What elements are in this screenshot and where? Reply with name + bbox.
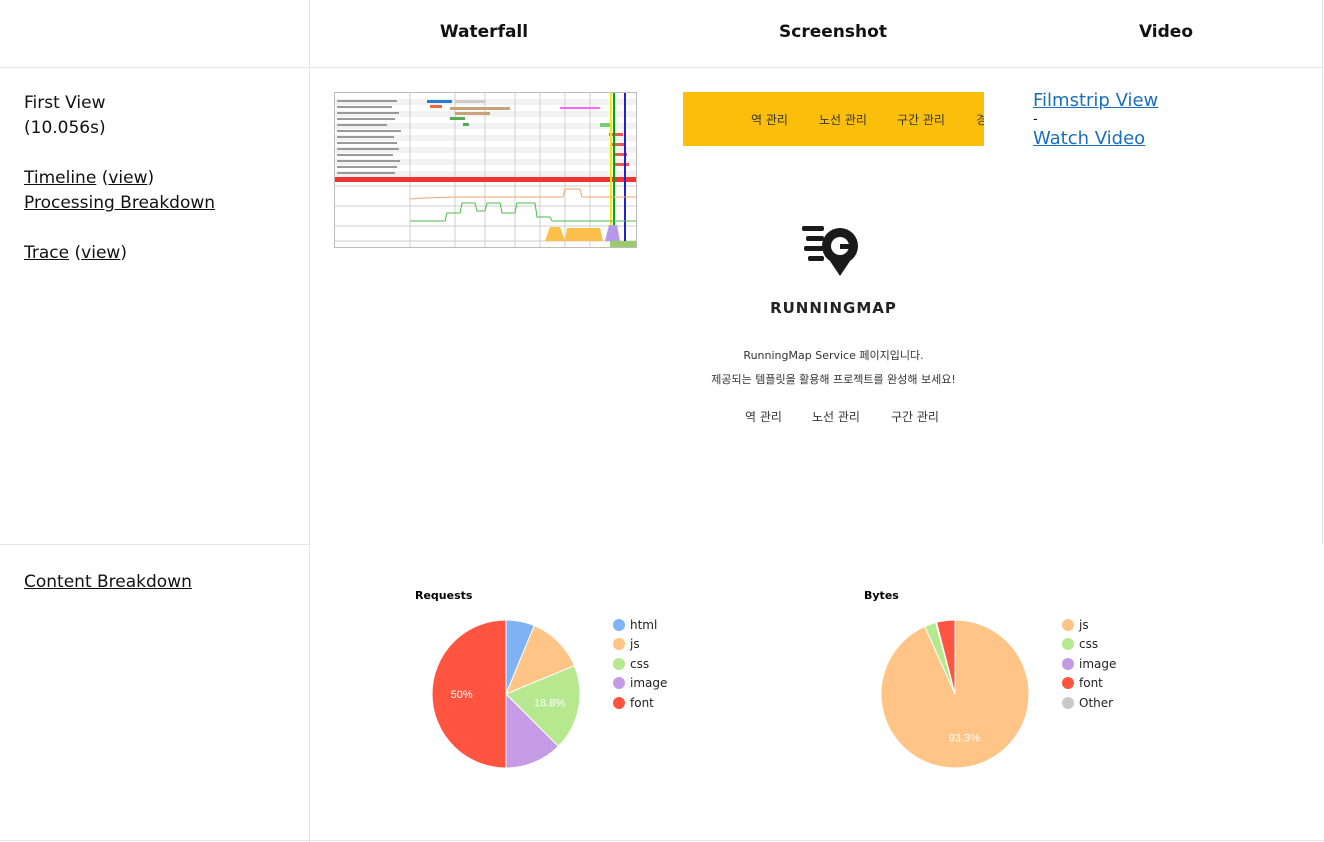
- requests-legend-item-css: css: [613, 654, 667, 674]
- requests-legend-item-html: html: [613, 615, 667, 635]
- first-view-label: First View (10.056s) Timeline (view) Pro…: [24, 93, 216, 263]
- bytes-legend: js css image font Other: [1062, 615, 1116, 713]
- requests-legend-swatch: [613, 638, 625, 651]
- nav-item-section: 구간 관리: [897, 113, 945, 127]
- menu-item-station: 역 관리: [745, 410, 782, 424]
- intro-line-2: 제공되는 템플릿을 활용해 프로젝트를 완성해 보세요!: [711, 373, 956, 386]
- menu-item-section: 구간 관리: [891, 410, 939, 424]
- requests-legend-label: js: [630, 637, 640, 652]
- screenshot-thumbnail[interactable]: 역 관리 노선 관리 구간 관리 경 RUNNINGMAP RunningMap…: [683, 92, 984, 502]
- requests-legend-swatch: [613, 657, 625, 670]
- bytes-legend-swatch: [1062, 696, 1074, 709]
- requests-legend-label: html: [630, 617, 658, 632]
- bytes-chart-title: Bytes: [864, 589, 899, 602]
- requests-pie-chart: 18.8% 50%: [431, 619, 581, 769]
- trace-link[interactable]: Trace: [24, 243, 69, 263]
- bytes-legend-item-image: image: [1062, 654, 1116, 674]
- bytes-legend-item-js: js: [1062, 615, 1116, 635]
- requests-legend-item-font: font: [613, 693, 667, 713]
- requests-legend-label: font: [630, 695, 654, 710]
- bytes-legend-item-font: font: [1062, 674, 1116, 694]
- timeline-view-link[interactable]: view: [108, 168, 147, 188]
- requests-legend-swatch: [613, 677, 625, 690]
- timeline-link[interactable]: Timeline: [24, 168, 96, 188]
- intro-line-1: RunningMap Service 페이지입니다.: [743, 349, 924, 362]
- waterfall-graphic: [335, 93, 636, 247]
- requests-chart-title: Requests: [415, 589, 473, 602]
- processing-breakdown-link[interactable]: Processing Breakdown: [24, 193, 215, 213]
- bytes-legend-swatch: [1062, 657, 1074, 670]
- brand-text: RUNNINGMAP: [770, 299, 897, 317]
- header-divider: [0, 67, 1324, 68]
- trace-view-link[interactable]: view: [81, 243, 120, 263]
- requests-legend-swatch: [613, 618, 625, 631]
- nav-item-line: 노선 관리: [819, 113, 867, 127]
- bytes-legend-label: Other: [1079, 695, 1114, 710]
- bytes-legend-label: font: [1079, 676, 1103, 691]
- bytes-legend-item-other: Other: [1062, 693, 1116, 713]
- bytes-legend-label: js: [1079, 617, 1089, 632]
- bytes-pie-chart: 93.3%: [880, 619, 1030, 769]
- load-time: (10.056s): [24, 118, 106, 138]
- watch-video-link[interactable]: Watch Video: [1033, 128, 1145, 149]
- bytes-legend-label: image: [1079, 656, 1117, 671]
- menu-item-line: 노선 관리: [812, 410, 860, 424]
- requests-legend-item-js: js: [613, 635, 667, 655]
- bytes-legend-item-css: css: [1062, 635, 1116, 655]
- filmstrip-view-link[interactable]: Filmstrip View: [1033, 90, 1158, 111]
- nav-item-station: 역 관리: [751, 113, 788, 127]
- bytes-legend-swatch: [1062, 677, 1074, 690]
- requests-legend-item-image: image: [613, 674, 667, 694]
- requests-legend-label: image: [630, 676, 668, 691]
- bytes-slice-label-js: 93.3%: [949, 732, 980, 744]
- column-divider: [309, 0, 310, 842]
- requests-legend-label: css: [630, 656, 650, 671]
- waterfall-thumbnail[interactable]: [334, 92, 637, 248]
- nav-item-path: 경: [976, 113, 984, 127]
- right-divider: [1322, 0, 1323, 544]
- header-video: Video: [1138, 22, 1194, 42]
- content-breakdown-link[interactable]: Content Breakdown: [24, 572, 192, 592]
- header-screenshot: Screenshot: [779, 22, 887, 42]
- bytes-legend-swatch: [1062, 618, 1074, 631]
- requests-legend: html js css image font: [613, 615, 667, 713]
- requests-slice-label-css: 18.8%: [534, 698, 565, 710]
- row-divider: [0, 544, 310, 545]
- bytes-legend-swatch: [1062, 638, 1074, 651]
- header-waterfall: Waterfall: [439, 22, 529, 42]
- bytes-legend-label: css: [1079, 637, 1099, 652]
- runningmap-logo: [802, 226, 858, 276]
- requests-legend-swatch: [613, 696, 625, 709]
- video-separator: -: [1033, 112, 1038, 127]
- bottom-divider: [0, 840, 1324, 841]
- requests-slice-label-font: 50%: [451, 689, 473, 701]
